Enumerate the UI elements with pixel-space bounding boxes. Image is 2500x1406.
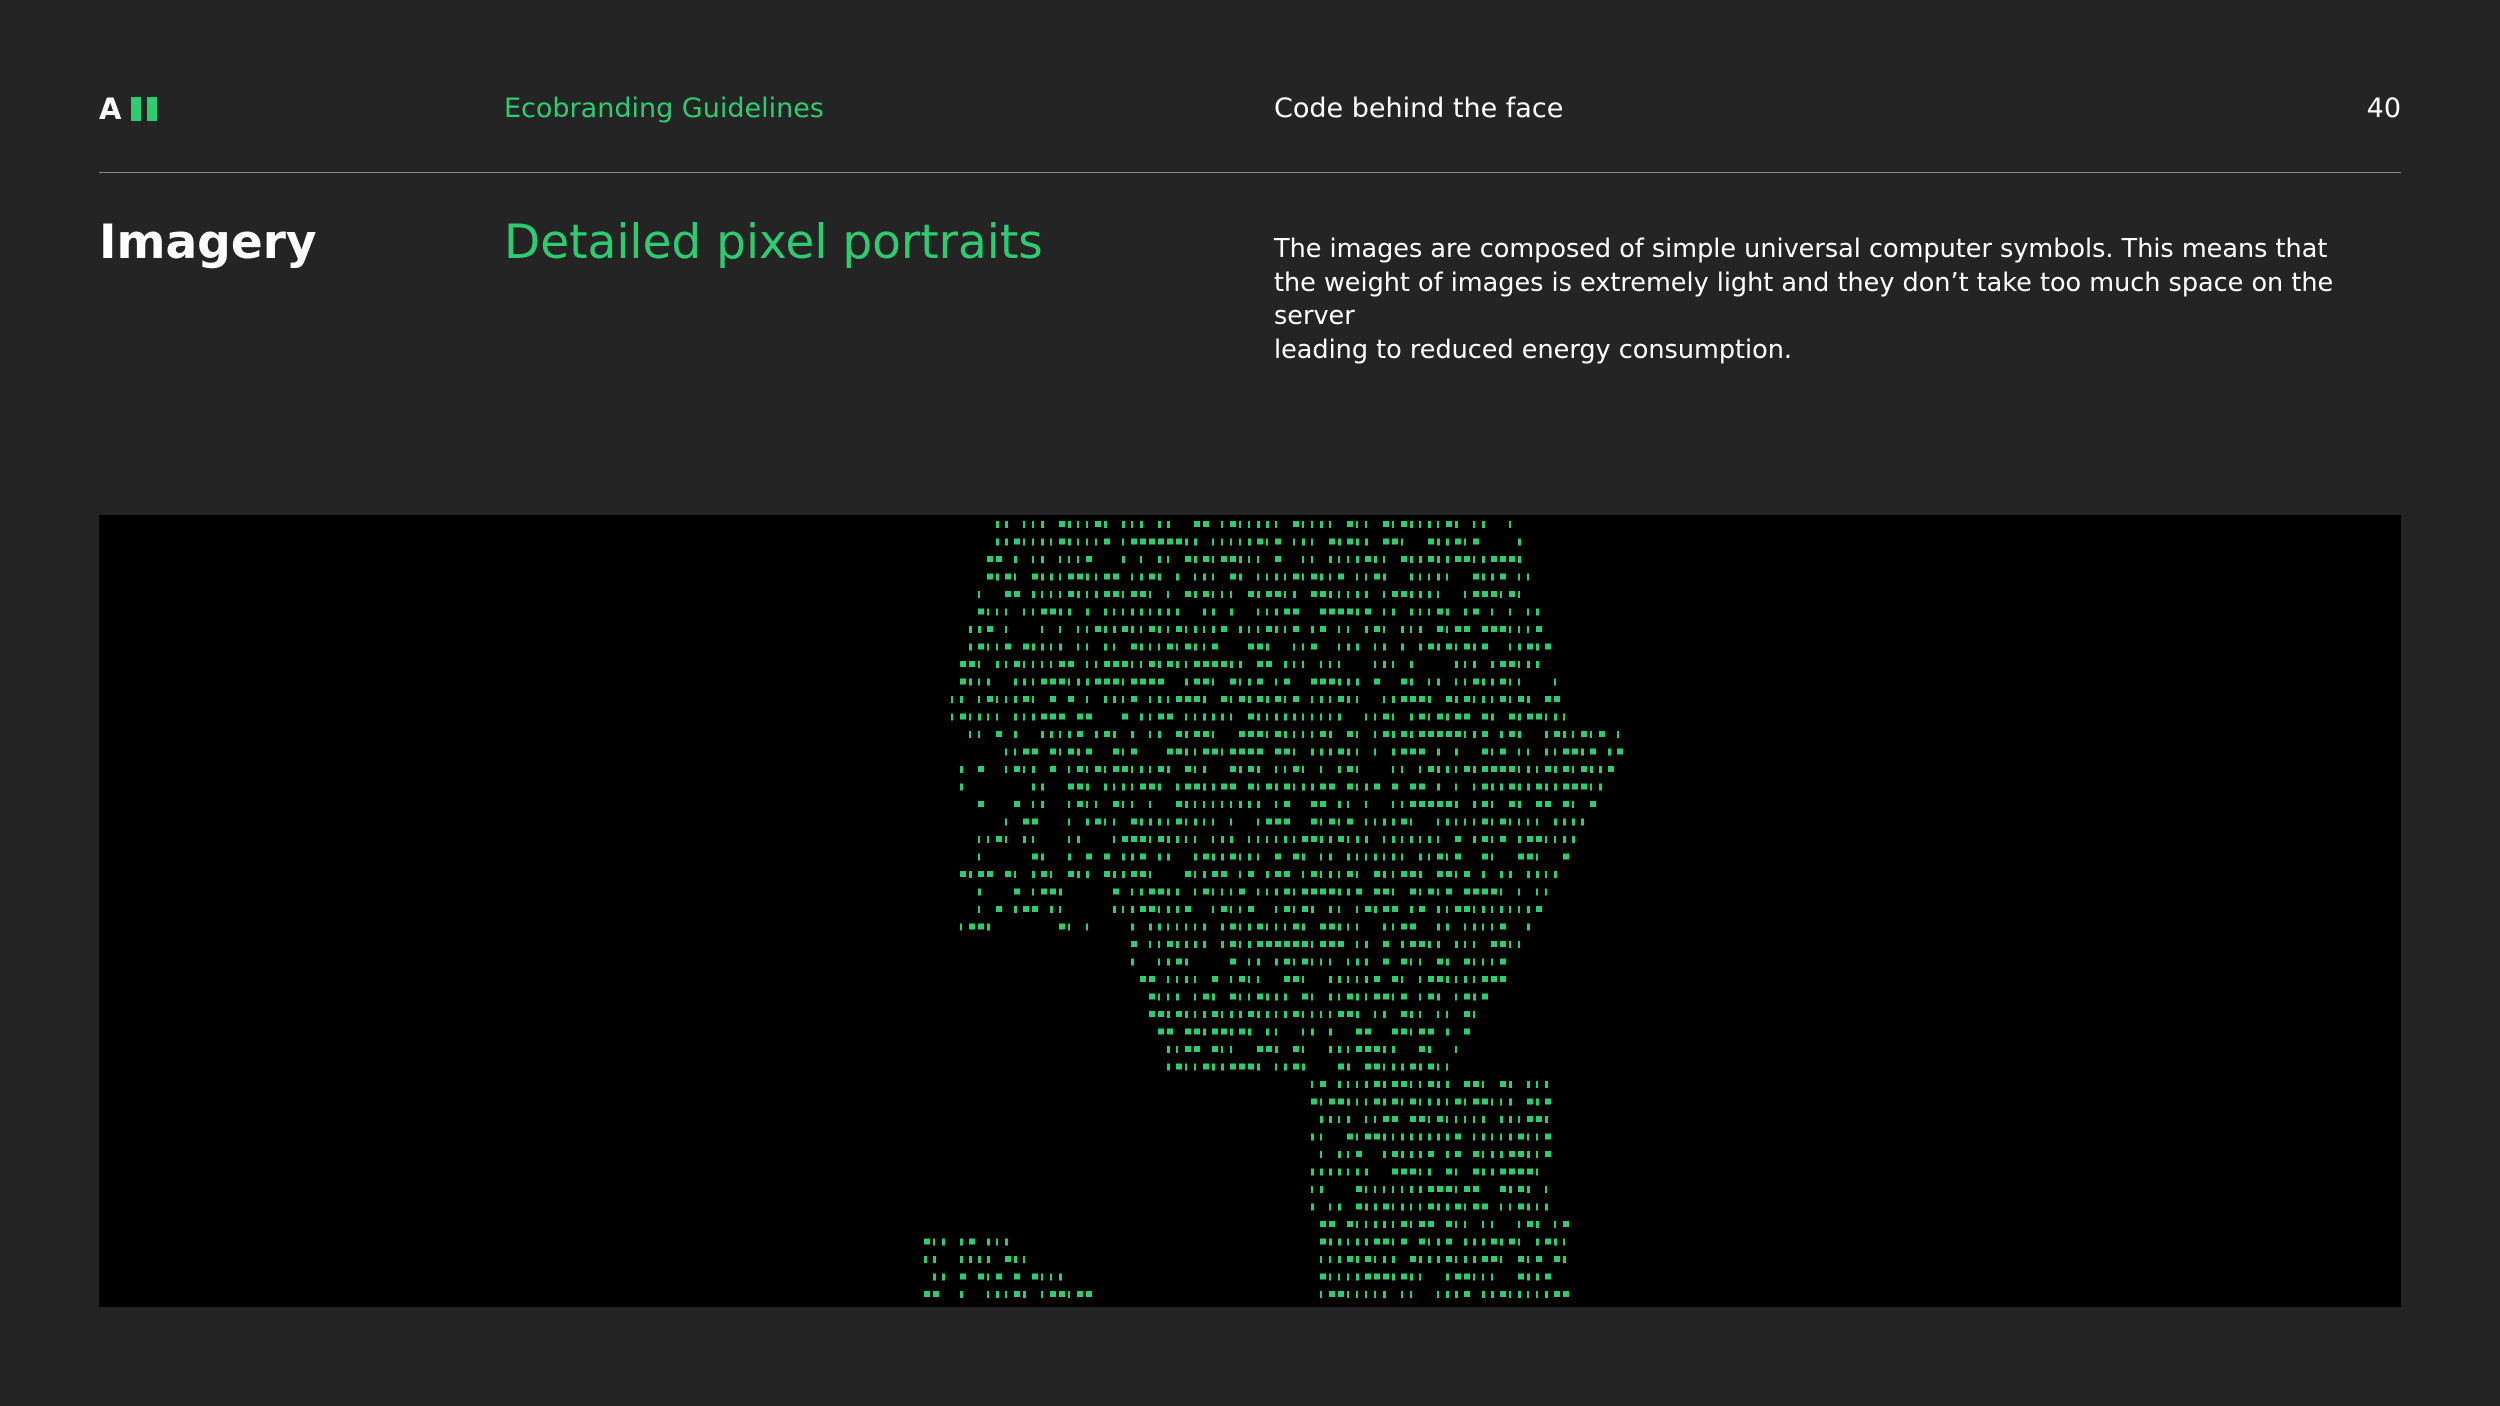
portrait-graphic [924, 521, 1623, 1298]
page-subtitle: Detailed pixel portraits [504, 215, 1043, 270]
page-number: 40 [2366, 93, 2401, 124]
description: The images are composed of simple univer… [1274, 233, 2404, 367]
logo-bars-icon [131, 97, 158, 121]
description-line: The images are composed of simple univer… [1274, 234, 2328, 264]
header-section-title: Code behind the face [1274, 93, 1564, 124]
ascii-portrait-image [99, 515, 2401, 1307]
header-brand: Ecobranding Guidelines [504, 93, 824, 124]
description-line: leading to reduced energy consumption. [1274, 334, 1792, 365]
logo-letter: A [99, 92, 122, 126]
header-divider [99, 172, 2401, 173]
page-title: Imagery [99, 215, 317, 270]
brand-logo: A [99, 92, 158, 126]
description-line: the weight of images is extremely light … [1274, 267, 2334, 332]
